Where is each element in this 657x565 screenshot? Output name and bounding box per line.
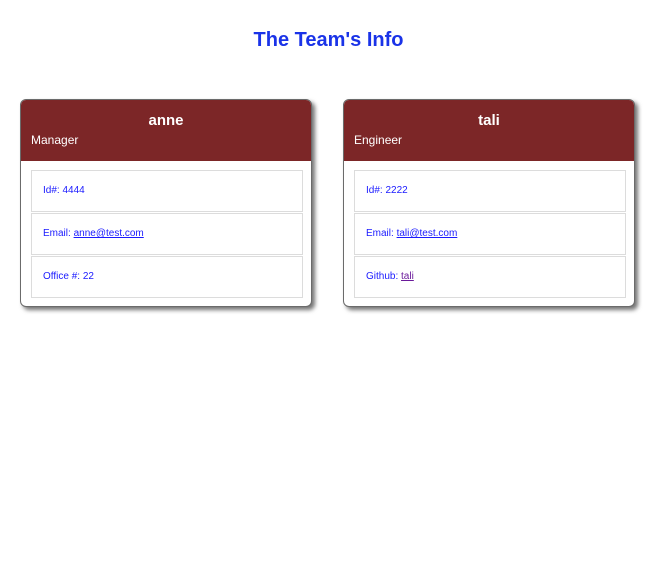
- card-header: anne Manager: [21, 100, 311, 161]
- id-value: 4444: [62, 185, 85, 196]
- card-header: tali Engineer: [344, 100, 634, 161]
- id-label: Id#:: [366, 185, 383, 196]
- email-link[interactable]: tali@test.com: [397, 228, 458, 239]
- github-link[interactable]: tali: [401, 271, 414, 282]
- office-label: Office #:: [43, 271, 81, 282]
- info-list: Id#: 4444 Email: anne@test.com Office #:…: [31, 170, 303, 299]
- employee-card-engineer: tali Engineer Id#: 2222 Email: tali@test…: [343, 99, 635, 307]
- id-label: Id#:: [43, 185, 60, 196]
- id-item: Id#: 4444: [31, 170, 303, 212]
- employee-role: Engineer: [354, 133, 403, 147]
- id-item: Id#: 2222: [354, 170, 626, 212]
- github-label: Github:: [366, 271, 399, 282]
- page-title: The Team's Info: [253, 29, 404, 51]
- employee-card-manager: anne Manager Id#: 4444 Email: anne@test.…: [20, 99, 312, 307]
- email-label: Email:: [43, 228, 71, 239]
- office-value: 22: [82, 271, 94, 282]
- github-item: Github: tali: [354, 256, 626, 298]
- employee-name: anne: [148, 112, 184, 129]
- email-label: Email:: [366, 228, 394, 239]
- email-item: Email: anne@test.com: [31, 213, 303, 255]
- employee-role: Manager: [31, 133, 79, 147]
- info-list: Id#: 2222 Email: tali@test.com Github: t…: [354, 170, 626, 299]
- email-item: Email: tali@test.com: [354, 213, 626, 255]
- email-link[interactable]: anne@test.com: [74, 228, 144, 239]
- id-value: 2222: [385, 185, 408, 196]
- office-item: Office #: 22: [31, 256, 303, 298]
- employee-name: tali: [478, 112, 500, 129]
